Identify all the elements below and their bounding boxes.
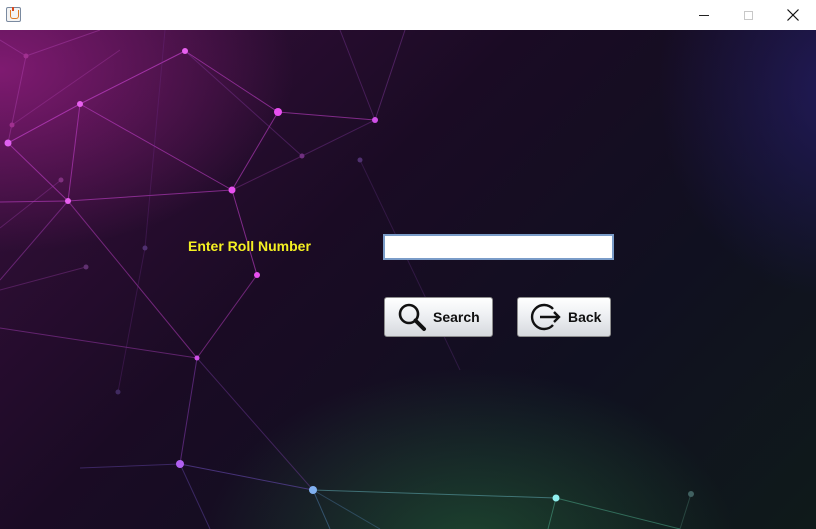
search-icon: [397, 302, 427, 332]
back-button-label: Back: [568, 309, 602, 325]
app-window: Enter Roll Number Search Back: [0, 0, 816, 529]
search-button-label: Search: [433, 309, 480, 325]
roll-number-label: Enter Roll Number: [188, 238, 311, 254]
roll-number-input[interactable]: [383, 234, 614, 260]
minimize-icon: [699, 14, 709, 16]
back-button[interactable]: Back: [517, 297, 611, 337]
title-bar: [0, 0, 816, 30]
maximize-icon: [743, 10, 753, 20]
close-icon: [787, 9, 799, 21]
java-cup-icon: [6, 7, 21, 22]
minimize-button[interactable]: [681, 0, 727, 30]
close-button[interactable]: [770, 0, 816, 30]
background-panel: Enter Roll Number Search Back: [0, 30, 816, 529]
search-button[interactable]: Search: [384, 297, 493, 337]
maximize-button[interactable]: [725, 0, 771, 30]
exit-icon: [530, 301, 562, 333]
network-background-graphic: [0, 30, 694, 529]
